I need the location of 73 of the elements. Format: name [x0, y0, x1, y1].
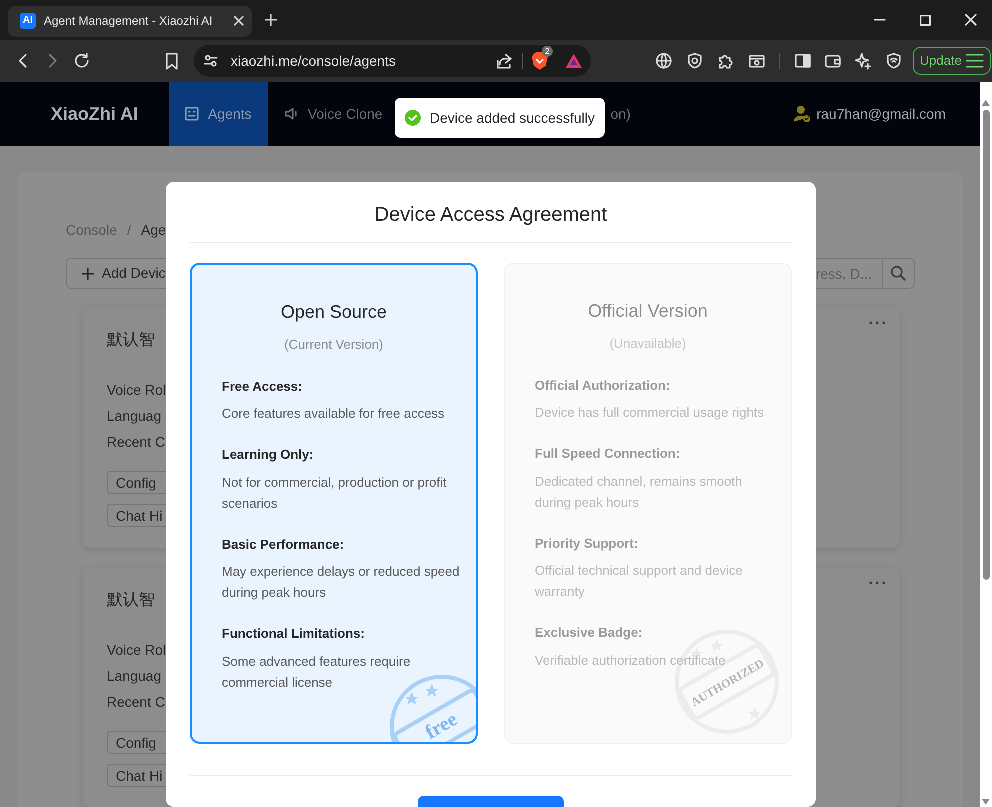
agent-title: 默认智: [107, 331, 155, 351]
feature-heading: Priority Support:: [535, 534, 638, 553]
field-label: Languag: [107, 407, 162, 426]
url-text: xiaozhi.me/console/agents: [231, 52, 396, 71]
feature-heading: Official Authorization:: [535, 376, 670, 394]
monitor-icon: [185, 107, 200, 121]
maximize-icon[interactable]: [920, 14, 931, 26]
feature-description: Some advanced features require commercial license: [222, 652, 412, 692]
scroll-down-icon[interactable]: [982, 799, 990, 805]
scroll-up-icon[interactable]: [982, 100, 990, 106]
dialog-title: Device Access Agreement: [374, 203, 608, 228]
feature-description: Core features available for free access: [222, 405, 445, 423]
field-label: Languag: [107, 667, 162, 686]
more-icon[interactable]: [869, 321, 886, 325]
close-icon[interactable]: [234, 16, 244, 26]
share-icon[interactable]: [497, 53, 513, 69]
sparkle-icon[interactable]: [855, 52, 872, 70]
feature-heading: Functional Limitations:: [222, 625, 365, 643]
field-label: Recent C: [107, 693, 166, 712]
field-label: Recent C: [107, 433, 166, 452]
close-icon[interactable]: [965, 14, 977, 26]
breadcrumb-current: Age: [141, 221, 166, 240]
agent-title: 默认智: [107, 591, 155, 611]
app-logo: XiaoZhi AI: [50, 102, 140, 126]
toast-message: Device added successfully: [430, 108, 595, 128]
feature-description: Not for commercial, production or profit scenarios: [222, 474, 448, 512]
user-email[interactable]: rau7han@gmail.com: [816, 104, 946, 124]
address-bar[interactable]: xiaozhi.me/console/agents 2: [194, 45, 591, 77]
more-icon[interactable]: [869, 581, 886, 585]
feature-heading: Learning Only:: [222, 446, 314, 464]
field-label: Voice Rol: [107, 641, 166, 660]
favicon: AI: [20, 13, 36, 29]
triangle-icon[interactable]: [565, 53, 583, 69]
plus-icon: [82, 268, 94, 280]
wallet-icon[interactable]: [825, 53, 841, 69]
check-circle-icon: [405, 110, 421, 126]
user-icon[interactable]: [792, 105, 811, 123]
plan-title: Open Source: [280, 301, 388, 324]
feature-description: Official technical support and device warranty: [535, 562, 744, 601]
feature-heading: Basic Performance:: [222, 536, 344, 554]
stamp-label: free: [422, 708, 462, 742]
feature-heading: Full Speed Connection:: [535, 445, 680, 463]
plan-subtitle: (Current Version): [284, 336, 384, 354]
count-badge: 2: [542, 46, 553, 57]
field-label: Voice Rol: [107, 381, 166, 400]
search-button[interactable]: [883, 258, 915, 289]
breadcrumb-separator: /: [127, 221, 132, 240]
nav-tab[interactable]: Agents: [169, 82, 268, 146]
scrollbar-thumb[interactable]: [982, 110, 990, 580]
plan-title: Official Version: [588, 300, 708, 323]
plus-icon[interactable]: [265, 14, 277, 26]
feature-description: May experience delays or reduced speed during peak hours: [222, 563, 461, 602]
puzzle-icon[interactable]: [718, 53, 734, 69]
reader-icon[interactable]: [749, 53, 765, 69]
nav-tab[interactable]: Voice Clone: [268, 82, 399, 146]
menu-icon[interactable]: [966, 54, 984, 68]
feature-description: Device has full commercial usage rights: [535, 404, 764, 422]
shield-icon[interactable]: [687, 53, 703, 69]
globe-icon[interactable]: [656, 53, 672, 69]
speaker-icon: [284, 107, 299, 121]
tab-title: Agent Management - Xiaozhi AI: [44, 13, 214, 30]
sidebar-icon[interactable]: [795, 53, 811, 69]
feature-heading: Free Access:: [222, 378, 302, 396]
plan-card[interactable]: [190, 263, 478, 744]
reload-icon[interactable]: [73, 52, 91, 70]
feature-heading: Exclusive Badge:: [535, 624, 643, 642]
bookmark-icon[interactable]: [165, 52, 179, 70]
vpn-icon[interactable]: [886, 53, 902, 69]
feature-description: Dedicated channel, remains smooth during peak hours: [535, 472, 744, 512]
search-icon: [891, 266, 906, 281]
site-settings-icon[interactable]: [204, 54, 218, 68]
update-button[interactable]: Update: [913, 47, 991, 75]
browser-tab[interactable]: AI Agent Management - Xiaozhi AI: [8, 6, 252, 36]
